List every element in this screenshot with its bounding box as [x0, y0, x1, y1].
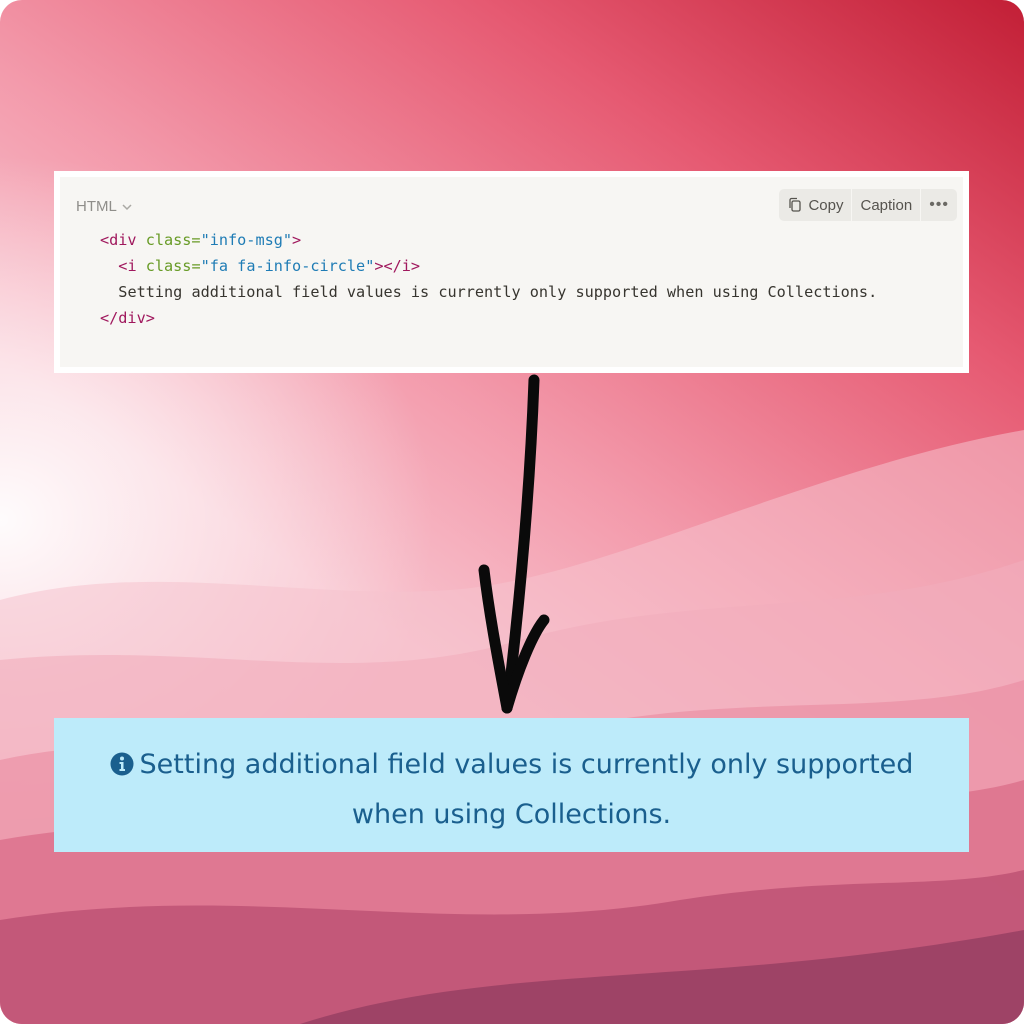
info-message: Setting additional field values is curre…: [54, 718, 969, 852]
language-selector[interactable]: HTML: [76, 198, 133, 215]
code-line: <i class="fa fa-info-circle"></i>: [100, 257, 420, 275]
chevron-down-icon: [122, 203, 132, 210]
info-message-text: Setting additional field values is curre…: [139, 749, 914, 830]
info-circle-icon: [110, 752, 134, 776]
more-icon: •••: [929, 196, 949, 213]
code-block-panel: HTML Copy Caption ••• <div class="info-m…: [60, 177, 963, 367]
caption-button[interactable]: Caption: [852, 189, 922, 221]
more-options-button[interactable]: •••: [921, 189, 957, 221]
code-token: class=: [145, 257, 201, 275]
language-label: HTML: [76, 198, 117, 215]
code-token: <div: [100, 231, 146, 249]
code-line: </div>: [100, 309, 155, 327]
code-token: class=: [145, 231, 201, 249]
code-block: HTML Copy Caption ••• <div class="info-m…: [54, 171, 969, 373]
code-line: <div class="info-msg">: [100, 231, 301, 249]
code-token: "fa fa-info-circle": [200, 257, 375, 275]
code-toolbar: Copy Caption •••: [779, 189, 957, 221]
code-token: >: [292, 231, 302, 249]
copy-icon: [789, 197, 802, 212]
code-token: <i: [118, 257, 146, 275]
copy-button[interactable]: Copy: [779, 189, 853, 221]
caption-label: Caption: [860, 196, 913, 214]
code-token: ></i>: [374, 257, 421, 275]
code-content: <div class="info-msg"> <i class="fa fa-i…: [100, 227, 877, 331]
code-token: </div>: [100, 309, 155, 327]
code-token: "info-msg": [200, 231, 293, 249]
copy-label: Copy: [808, 196, 844, 214]
code-token: Setting additional field values is curre…: [118, 283, 878, 301]
down-arrow-icon: [478, 374, 550, 714]
code-line: Setting additional field values is curre…: [100, 283, 877, 301]
